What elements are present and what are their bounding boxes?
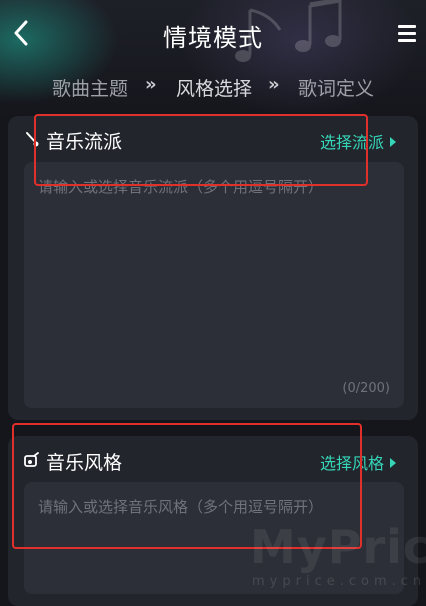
select-style-label: 选择风格 [320, 454, 385, 473]
music-note-icon [26, 132, 39, 147]
watermark-logo: MyPrice [250, 520, 426, 574]
music-style-icon [24, 452, 39, 467]
step-separator: » [268, 74, 280, 95]
app-header: 情境模式 [0, 0, 426, 70]
menu-button[interactable] [396, 22, 418, 44]
genre-char-counter: (0/200) [342, 381, 390, 396]
select-style-button[interactable]: 选择风格 [320, 450, 397, 474]
genre-input-placeholder: 请输入或选择音乐流派（多个用逗号隔开） [38, 178, 324, 196]
step-breadcrumb: 歌曲主题 » 风格选择 » 歌词定义 [0, 74, 426, 100]
step-song-theme[interactable]: 歌曲主题 [52, 74, 128, 101]
select-genre-button[interactable]: 选择流派 [320, 129, 397, 153]
step-lyrics-define[interactable]: 歌词定义 [298, 74, 374, 101]
genre-title: 音乐流派 [46, 131, 123, 153]
genre-input[interactable]: 请输入或选择音乐流派（多个用逗号隔开） (0/200) [24, 162, 404, 408]
step-style-select[interactable]: 风格选择 [176, 74, 252, 101]
play-triangle-icon [390, 458, 397, 468]
style-input-placeholder: 请输入或选择音乐风格（多个用逗号隔开） [38, 498, 324, 516]
style-title: 音乐风格 [46, 452, 123, 474]
play-triangle-icon [390, 137, 397, 147]
select-genre-label: 选择流派 [320, 133, 385, 152]
watermark-url: myprice.com.cn [252, 574, 426, 589]
page-title: 情境模式 [163, 24, 263, 52]
menu-icon [398, 25, 416, 28]
step-separator: » [145, 74, 157, 95]
